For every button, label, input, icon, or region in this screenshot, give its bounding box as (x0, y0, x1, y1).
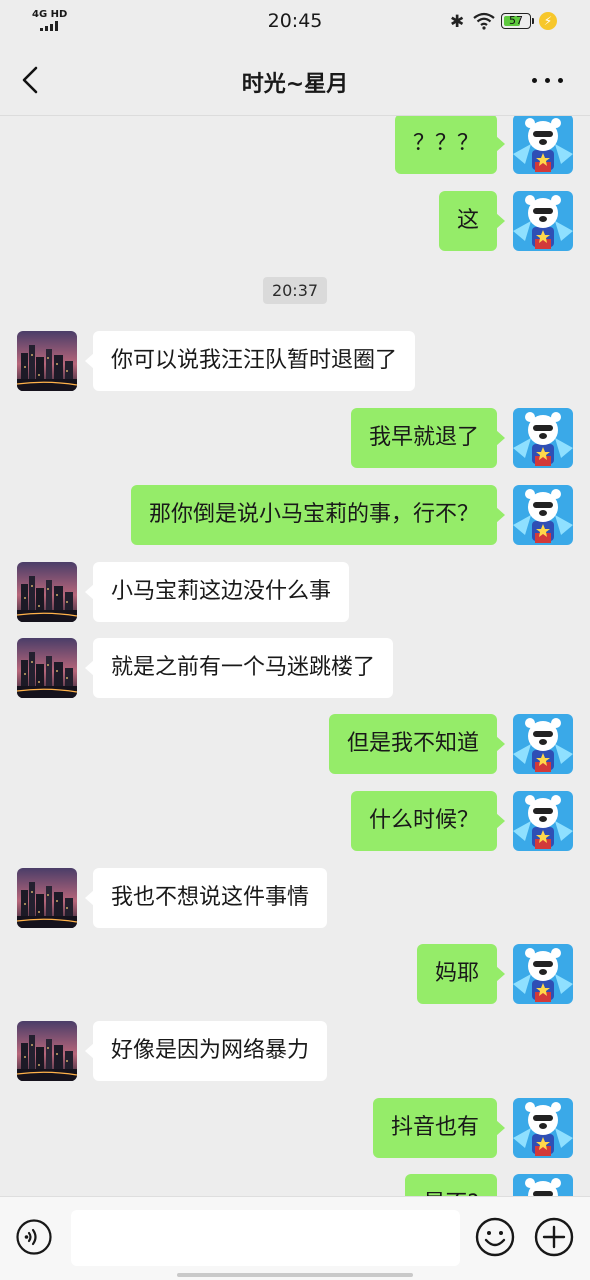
chat-title: 时光~星月 (241, 72, 349, 97)
message-bubble[interactable]: 我早就退了 (350, 408, 506, 468)
message-row: 我早就退了 (0, 408, 590, 468)
message-row: 我也不想说这件事情 (0, 868, 590, 928)
charging-icon: ⚡ (539, 12, 557, 30)
message-bubble[interactable]: 就是之前有一个马迷跳楼了 (84, 638, 394, 698)
emoji-icon[interactable] (475, 1217, 515, 1257)
my-avatar[interactable] (513, 408, 573, 468)
more-icon[interactable] (528, 64, 568, 96)
message-row: 你可以说我汪汪队暂时退圈了 (0, 331, 590, 391)
my-avatar[interactable] (513, 116, 573, 174)
message-row: 这 (0, 191, 590, 251)
contact-avatar[interactable] (17, 638, 77, 698)
bluetooth-icon: ✱ (450, 12, 465, 32)
message-bubble[interactable]: 好像是因为网络暴力 (84, 1021, 328, 1081)
my-avatar[interactable] (513, 1174, 573, 1196)
message-bubble[interactable]: 什么时候？ (350, 791, 506, 851)
chat-header: 时光~星月 (0, 44, 590, 116)
message-row: 什么时候？ (0, 791, 590, 851)
message-row: ？？？ (0, 116, 590, 174)
my-avatar[interactable] (513, 944, 573, 1004)
input-bar (0, 1196, 590, 1280)
home-indicator[interactable] (177, 1273, 413, 1277)
battery-level: 57 (509, 14, 523, 27)
message-row: 是不? (0, 1174, 590, 1196)
my-avatar[interactable] (513, 191, 573, 251)
message-bubble[interactable]: 我也不想说这件事情 (84, 868, 328, 928)
message-bubble[interactable]: 抖音也有 (372, 1098, 506, 1158)
my-avatar[interactable] (513, 714, 573, 774)
message-row: 好像是因为网络暴力 (0, 1021, 590, 1081)
plus-icon[interactable] (534, 1217, 574, 1257)
message-bubble[interactable]: 但是我不知道 (328, 714, 506, 774)
message-bubble[interactable]: 这 (438, 191, 506, 251)
message-bubble[interactable]: ？？？ (394, 116, 506, 174)
message-bubble[interactable]: 小马宝莉这边没什么事 (84, 562, 350, 622)
battery-icon: 57 (501, 13, 531, 29)
voice-icon[interactable] (16, 1219, 52, 1255)
message-bubble[interactable]: 你可以说我汪汪队暂时退圈了 (84, 331, 416, 391)
message-row: 就是之前有一个马迷跳楼了 (0, 638, 590, 698)
contact-avatar[interactable] (17, 331, 77, 391)
wifi-icon (473, 12, 495, 30)
my-avatar[interactable] (513, 1098, 573, 1158)
message-row: 小马宝莉这边没什么事 (0, 562, 590, 622)
status-bar: 4G HD 20:45 ✱ 57 ⚡ (0, 0, 590, 44)
contact-avatar[interactable] (17, 562, 77, 622)
message-bubble[interactable]: 是不? (405, 1174, 497, 1196)
timestamp: 20:37 (0, 277, 590, 304)
contact-avatar[interactable] (17, 868, 77, 928)
message-row: 但是我不知道 (0, 714, 590, 774)
message-row: 抖音也有 (0, 1098, 590, 1158)
message-input[interactable] (71, 1210, 460, 1266)
message-row: 妈耶 (0, 944, 590, 1004)
my-avatar[interactable] (513, 485, 573, 545)
message-row: 那你倒是说小马宝莉的事，行不？ (0, 485, 590, 545)
message-bubble[interactable]: 那你倒是说小马宝莉的事，行不？ (130, 485, 506, 545)
message-list[interactable]: 20:37 ？？？ 这 你可以说我汪汪队暂时退圈了 我早就退了 那你倒是说小马宝… (0, 116, 590, 1196)
my-avatar[interactable] (513, 791, 573, 851)
message-bubble[interactable]: 妈耶 (416, 944, 506, 1004)
contact-avatar[interactable] (17, 1021, 77, 1081)
